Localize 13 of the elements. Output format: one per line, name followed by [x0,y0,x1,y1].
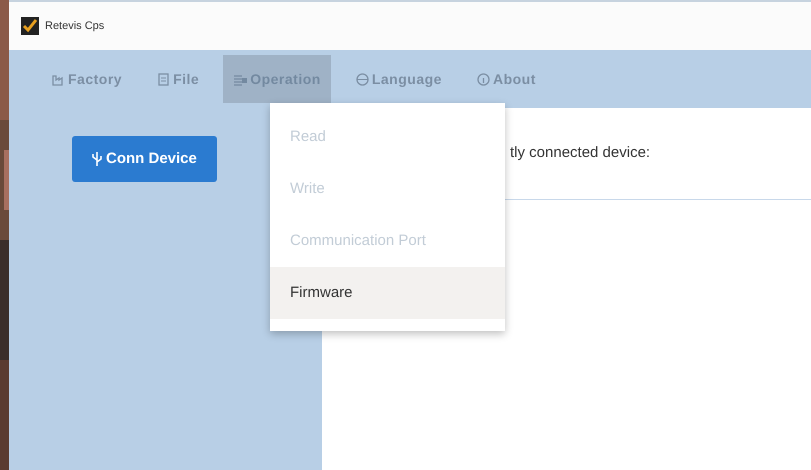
menu-item[interactable]: Factory [41,55,132,103]
app-icon [21,17,39,35]
status-label: tly connected device: [510,143,650,164]
window-title: Retevis Cps [45,18,104,34]
document-icon [156,72,172,86]
globe-icon [354,72,370,86]
menu-item[interactable]: File [146,55,210,103]
usb-icon [92,151,102,167]
info-icon [476,72,491,86]
menu-item[interactable]: About [466,55,546,103]
conn-device-button[interactable]: Conn Device [72,136,217,182]
menu-item[interactable]: Language [344,55,452,103]
dropdown-item[interactable]: Firmware [270,267,505,319]
